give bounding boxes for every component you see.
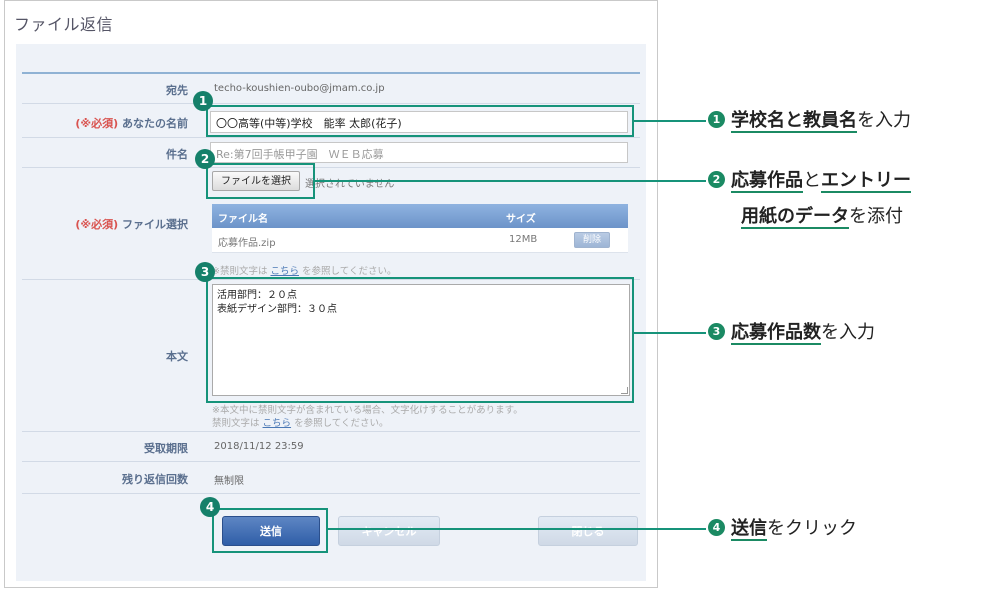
annotation-emphasis: エントリー — [821, 170, 911, 193]
column-filename: ファイル名 — [218, 214, 268, 225]
annotation-emphasis: 送信 — [731, 518, 767, 541]
marker-1: 1 — [193, 91, 213, 111]
file-label: (※必須) ファイル選択 — [22, 216, 188, 232]
annotation-text: と — [803, 170, 821, 191]
file-table-header: ファイル名 サイズ — [212, 204, 628, 228]
connector-4 — [328, 528, 706, 530]
delete-file-button[interactable]: 削除 — [574, 232, 610, 248]
file-size: 12MB — [509, 234, 538, 245]
annotation-text: を入力 — [821, 322, 875, 343]
marker-2: 2 — [195, 149, 215, 169]
annotation-text: を添付 — [849, 206, 903, 227]
row-divider — [22, 167, 640, 168]
annotation-number: 4 — [708, 518, 725, 536]
to-label: 宛先 — [166, 84, 188, 97]
annotation-emphasis: 応募作品数 — [731, 322, 821, 345]
body-note-1: ※本文中に禁則文字が含まれている場合、文字化けすることがあります。 — [212, 405, 523, 416]
to-value: techo-koushien-oubo@jmam.co.jp — [214, 83, 385, 94]
name-label-text: あなたの名前 — [122, 117, 188, 130]
connector-1 — [634, 120, 706, 122]
row-divider — [22, 431, 640, 432]
body-label: 本文 — [166, 350, 188, 363]
forbidden-chars-link[interactable]: こちら — [270, 266, 299, 277]
connector-3 — [634, 332, 706, 334]
highlight-file — [206, 163, 315, 199]
forbidden-chars-link[interactable]: こちら — [263, 418, 292, 429]
annotation-emphasis: 応募作品 — [731, 170, 803, 193]
row-divider — [22, 493, 640, 494]
deadline-value: 2018/11/12 23:59 — [214, 441, 304, 452]
remaining-value: 無制限 — [214, 476, 244, 487]
annotation-1: 1 学校名と教員名を入力 — [708, 106, 911, 136]
annotation-emphasis: 学校名と教員名 — [731, 110, 857, 133]
file-label-text: ファイル選択 — [122, 218, 188, 231]
annotation-2: 2 応募作品とエントリー — [708, 166, 911, 196]
table-top-rule — [22, 72, 640, 74]
remaining-label: 残り返信回数 — [122, 473, 188, 486]
subject-input[interactable]: Re:第7回手帳甲子園 ＷＥＢ応募 — [210, 142, 628, 163]
row-divider — [22, 137, 640, 138]
note-text: を参照してください。 — [299, 266, 397, 277]
file-row: 応募作品.zip 12MB 削除 — [212, 228, 628, 253]
highlight-name — [206, 105, 634, 137]
close-button[interactable]: 閉じる — [538, 516, 638, 546]
deadline-label: 受取期限 — [144, 442, 188, 455]
subject-label: 件名 — [166, 148, 188, 161]
annotation-2-line2: 用紙のデータを添付 — [741, 202, 903, 232]
annotation-3: 3 応募作品数を入力 — [708, 318, 875, 348]
marker-4: 4 — [200, 497, 220, 517]
annotation-number: 2 — [708, 170, 725, 188]
column-size: サイズ — [506, 214, 536, 225]
marker-3: 3 — [195, 262, 215, 282]
highlight-send — [212, 508, 328, 553]
row-divider — [22, 103, 640, 104]
row-divider — [22, 461, 640, 462]
body-note-2: 禁則文字は こちら を参照してください。 — [212, 415, 389, 429]
note-text: 禁則文字は — [212, 418, 263, 429]
cancel-button[interactable]: キャンセル — [338, 516, 440, 546]
highlight-body — [206, 277, 634, 403]
name-label: (※必須) あなたの名前 — [22, 115, 188, 131]
annotation-number: 3 — [708, 322, 725, 340]
note-text: を参照してください。 — [291, 418, 389, 429]
panel-title: ファイル返信 — [14, 15, 114, 34]
annotation-text: をクリック — [767, 518, 857, 539]
required-mark: (※必須) — [75, 218, 119, 231]
file-name: 応募作品.zip — [218, 238, 276, 249]
required-mark: (※必須) — [75, 117, 119, 130]
annotation-text: を入力 — [857, 110, 911, 131]
no-file-text: 選択されていません — [305, 179, 395, 190]
annotation-4: 4 送信をクリック — [708, 514, 857, 544]
connector-2 — [315, 180, 706, 182]
annotation-number: 1 — [708, 110, 725, 128]
note-text: ※禁則文字は — [212, 266, 271, 277]
annotation-emphasis: 用紙のデータ — [741, 206, 849, 229]
file-note: ※禁則文字は こちら を参照してください。 — [212, 263, 396, 277]
